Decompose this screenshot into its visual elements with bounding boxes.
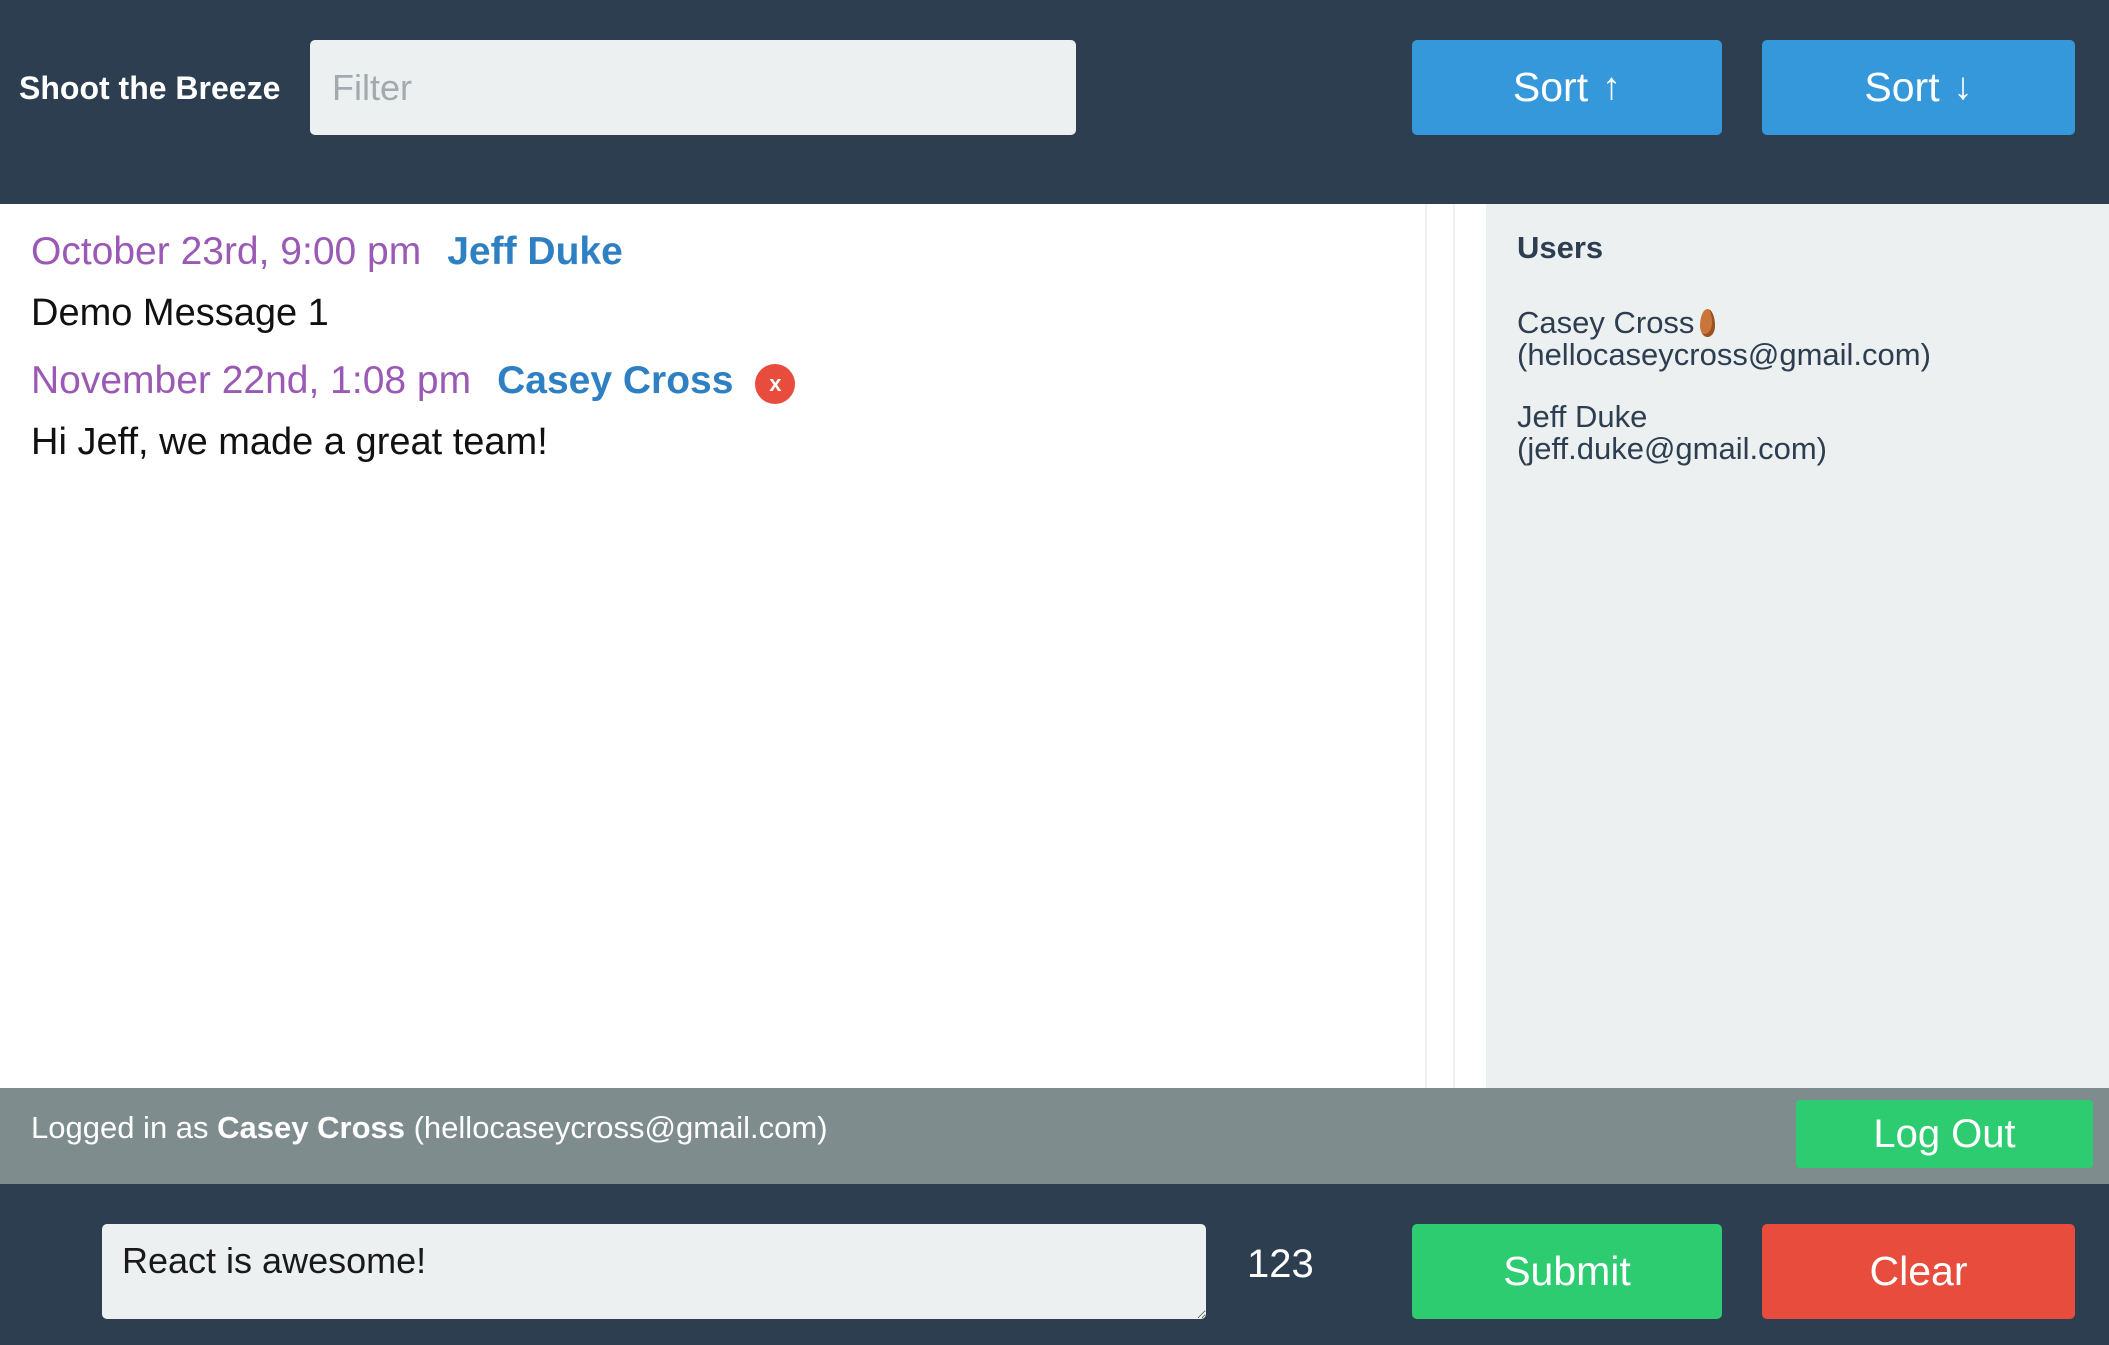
message-item: November 22nd, 1:08 pm Casey Cross x Hi … xyxy=(31,355,796,467)
users-sidebar: Users Casey Cross (hellocaseycross@gmail… xyxy=(1486,204,2109,1088)
sort-ascending-label: Sort xyxy=(1512,64,1589,110)
log-out-button[interactable]: Log Out xyxy=(1796,1100,2093,1168)
clear-button[interactable]: Clear xyxy=(1762,1224,2075,1319)
message-text: Hi Jeff, we made a great team! xyxy=(31,421,548,463)
login-status-bar: Logged in as Casey Cross (hellocaseycros… xyxy=(0,1088,2109,1184)
arrow-up-icon: ↑ xyxy=(1602,66,1622,108)
user-list-item: Jeff Duke (jeff.duke@gmail.com) xyxy=(1517,401,1827,465)
login-status-text: Logged in as Casey Cross (hellocaseycros… xyxy=(31,1110,828,1146)
character-count: 123 xyxy=(1247,1242,1314,1286)
message-timestamp: November 22nd, 1:08 pm xyxy=(31,359,472,402)
sort-descending-button[interactable]: Sort ↓ xyxy=(1762,40,2075,135)
logged-in-user-name: Casey Cross xyxy=(217,1110,405,1145)
user-email: (jeff.duke@gmail.com) xyxy=(1517,431,1827,466)
user-list-item: Casey Cross (hellocaseycross@gmail.com) xyxy=(1517,307,1931,371)
message-composer: React is awesome! 123 Submit Clear xyxy=(0,1184,2109,1345)
user-name: Jeff Duke xyxy=(1517,399,1648,434)
message-author: Jeff Duke xyxy=(447,230,623,273)
users-heading: Users xyxy=(1517,230,1604,265)
scrollbar-track-line xyxy=(1453,204,1455,1088)
sort-descending-label: Sort xyxy=(1864,64,1940,110)
filter-input[interactable] xyxy=(310,40,1076,135)
user-name: Casey Cross xyxy=(1517,305,1695,340)
message-scrollbar[interactable] xyxy=(1425,204,1486,1088)
message-timestamp: October 23rd, 9:00 pm xyxy=(31,230,422,273)
delete-message-button[interactable]: x xyxy=(755,364,796,404)
message-author: Casey Cross xyxy=(497,359,734,402)
login-status-prefix: Logged in as xyxy=(31,1110,218,1145)
submit-button[interactable]: Submit xyxy=(1412,1224,1722,1319)
message-input[interactable]: React is awesome! xyxy=(102,1224,1206,1319)
almond-icon xyxy=(1700,309,1716,337)
app-title: Shoot the Breeze xyxy=(19,70,281,106)
message-list: October 23rd, 9:00 pm Jeff Duke Demo Mes… xyxy=(0,204,1425,1088)
message-item: October 23rd, 9:00 pm Jeff Duke Demo Mes… xyxy=(31,226,623,338)
logged-in-user-email: (hellocaseycross@gmail.com) xyxy=(405,1110,828,1145)
arrow-down-icon: ↓ xyxy=(1953,66,1973,108)
message-text: Demo Message 1 xyxy=(31,292,329,334)
user-email: (hellocaseycross@gmail.com) xyxy=(1517,337,1931,372)
app-header: Shoot the Breeze Sort ↑ Sort ↓ xyxy=(0,0,2109,204)
sort-ascending-button[interactable]: Sort ↑ xyxy=(1412,40,1722,135)
message-meta: November 22nd, 1:08 pm Casey Cross x xyxy=(31,355,796,407)
message-meta: October 23rd, 9:00 pm Jeff Duke xyxy=(31,226,623,278)
